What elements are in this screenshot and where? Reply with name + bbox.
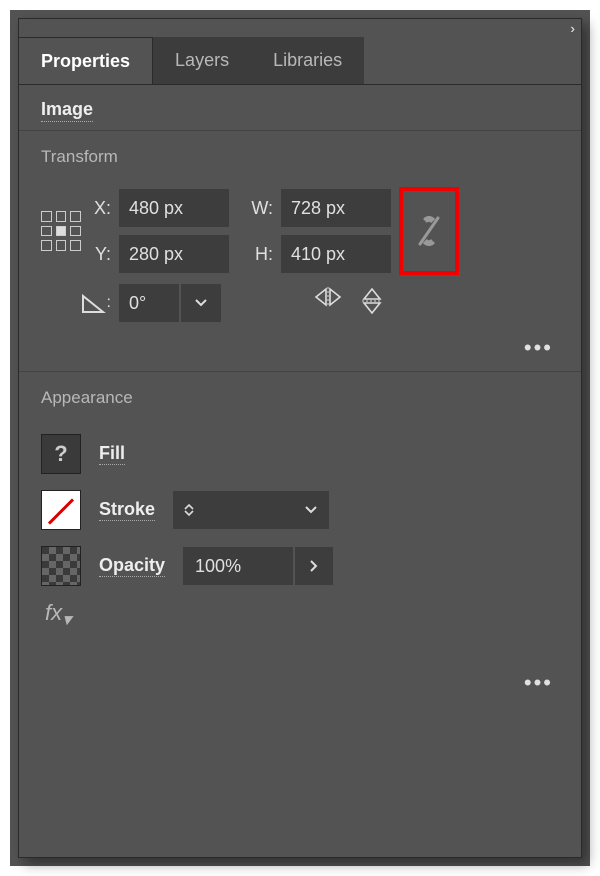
fill-label[interactable]: Fill: [99, 443, 125, 465]
tab-libraries[interactable]: Libraries: [251, 37, 364, 84]
stroke-label[interactable]: Stroke: [99, 499, 155, 521]
stroke-weight-dropdown[interactable]: [293, 491, 329, 529]
flip-vertical-button[interactable]: [361, 286, 383, 321]
stroke-weight-stepper[interactable]: [173, 491, 205, 529]
tab-layers[interactable]: Layers: [153, 37, 251, 84]
properties-panel: ›› Properties Layers Libraries Image Tra…: [18, 18, 582, 858]
collapse-panel-icon[interactable]: ››: [570, 21, 571, 36]
stroke-weight-input[interactable]: [205, 491, 293, 529]
x-input[interactable]: [119, 189, 229, 227]
appearance-more-button[interactable]: •••: [524, 670, 553, 696]
y-label: Y:: [95, 244, 117, 265]
h-label: H:: [255, 244, 279, 265]
tab-properties[interactable]: Properties: [19, 37, 153, 84]
appearance-section: Appearance ? Fill Stroke: [19, 371, 581, 706]
stroke-swatch[interactable]: [41, 490, 81, 530]
constrain-proportions-button[interactable]: [399, 187, 459, 275]
fill-swatch[interactable]: ?: [41, 434, 81, 474]
rotate-input[interactable]: [119, 284, 179, 322]
w-input[interactable]: [281, 189, 391, 227]
reference-point-selector[interactable]: [41, 211, 81, 251]
opacity-input[interactable]: 100%: [183, 547, 293, 585]
y-input[interactable]: [119, 235, 229, 273]
panel-tabs: Properties Layers Libraries: [19, 37, 581, 85]
x-label: X:: [94, 198, 117, 219]
chevron-right-icon: [310, 560, 318, 572]
flip-horizontal-icon: [313, 286, 343, 308]
opacity-label[interactable]: Opacity: [99, 555, 165, 577]
opacity-swatch[interactable]: [41, 546, 81, 586]
chevron-down-icon: [195, 299, 207, 307]
chevron-down-icon: [184, 510, 194, 516]
opacity-slider-button[interactable]: [295, 547, 333, 585]
transform-section: Transform X: W: Y: H:: [19, 130, 581, 371]
transform-title: Transform: [41, 147, 559, 167]
chevron-down-icon: [305, 506, 317, 514]
rotate-dropdown[interactable]: [181, 284, 221, 322]
selection-type[interactable]: Image: [41, 99, 93, 122]
flip-horizontal-button[interactable]: [313, 286, 343, 321]
flip-vertical-icon: [361, 286, 383, 316]
unlink-icon: [416, 214, 442, 248]
appearance-title: Appearance: [41, 388, 559, 408]
h-input[interactable]: [281, 235, 391, 273]
rotate-icon: :: [41, 292, 117, 314]
transform-more-button[interactable]: •••: [524, 335, 553, 361]
fx-button[interactable]: fx▾: [41, 594, 559, 630]
w-label: W:: [251, 198, 279, 219]
